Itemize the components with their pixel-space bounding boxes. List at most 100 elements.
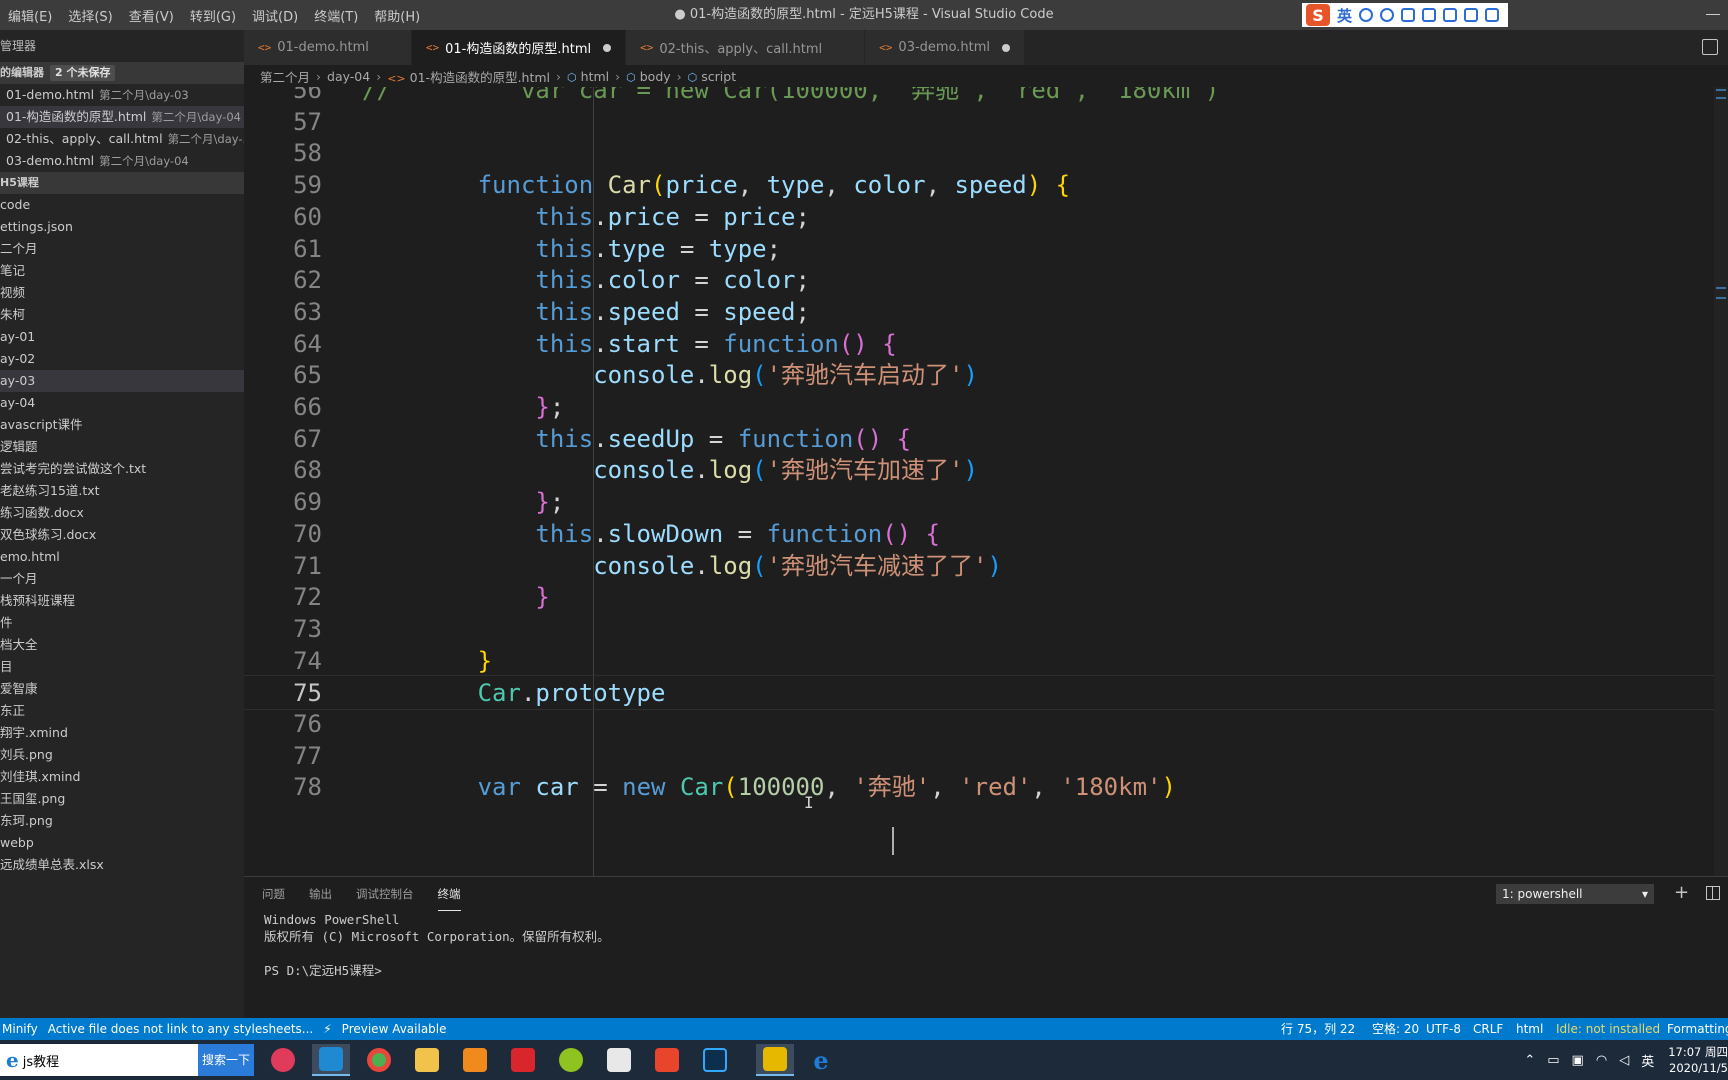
split-editor-icon[interactable] (1702, 39, 1718, 55)
code-line[interactable]: 70 this.slowDown = function() { (244, 517, 1728, 552)
file-tree-item[interactable]: ay-03 (0, 370, 244, 392)
file-tree-item[interactable]: 翔宇.xmind (0, 722, 244, 744)
lightning-icon[interactable]: ⚡ (321, 1022, 339, 1036)
chevron-up-icon[interactable]: ⌃ (1524, 1053, 1535, 1068)
encoding[interactable]: UTF-8 (1426, 1018, 1461, 1040)
code-line[interactable]: 64 this.start = function() { (244, 327, 1728, 362)
code-line[interactable]: 67 this.seedUp = function() { (244, 422, 1728, 457)
code-line[interactable]: 59 function Car(price, type, color, spee… (244, 168, 1728, 203)
file-tree-item[interactable]: webp (0, 832, 244, 854)
code-line[interactable]: 57 (244, 105, 1728, 140)
file-tree-item[interactable]: 栈预科班课程 (0, 590, 244, 612)
file-tree-item[interactable]: 视频 (0, 282, 244, 304)
code-line[interactable]: 60 this.price = price; (244, 200, 1728, 235)
taskbar-search[interactable]: e js教程 (0, 1044, 198, 1076)
minify-status[interactable]: Minify (0, 1022, 46, 1036)
user-icon[interactable] (1443, 8, 1458, 22)
new-terminal-icon[interactable]: + (1674, 882, 1689, 903)
file-tree-item[interactable]: 笔记 (0, 260, 244, 282)
folder-section[interactable]: H5课程 (0, 172, 244, 194)
file-tree-item[interactable]: 刘佳琪.xmind (0, 766, 244, 788)
breadcrumb-item[interactable]: 第二个月 (260, 67, 310, 86)
menu-item[interactable]: 帮助(H) (366, 6, 428, 25)
menu-item[interactable]: 终端(T) (306, 6, 366, 25)
file-tree-item[interactable]: 档大全 (0, 634, 244, 656)
ime-language[interactable]: 英 (1337, 5, 1352, 26)
code-line[interactable]: 68 console.log('奔驰汽车加速了') (244, 453, 1728, 488)
language-mode[interactable]: html (1516, 1018, 1543, 1040)
code-editor[interactable]: 56// var car = new Car(100000, '奔驰', 're… (244, 87, 1728, 876)
breadcrumb-item[interactable]: ⬡ body (626, 69, 671, 84)
taskbar-app-explorer[interactable] (408, 1044, 446, 1076)
menu-item[interactable]: 选择(S) (60, 6, 120, 25)
breadcrumb-item[interactable]: ⬡ html (567, 69, 609, 84)
menu-item[interactable]: 查看(V) (121, 6, 182, 25)
editor-tab[interactable]: <> 02-this、apply、call.html (626, 30, 866, 65)
minimize-button[interactable] (1706, 7, 1720, 21)
unsaved-dot-icon[interactable] (603, 43, 612, 52)
code-line[interactable]: 62 this.color = color; (244, 263, 1728, 298)
editor-tab[interactable]: <> 01-构造函数的原型.html (411, 30, 627, 65)
file-tree-item[interactable]: 二个月 (0, 238, 244, 260)
taskbar-app-recorder-active[interactable] (756, 1044, 794, 1076)
code-line[interactable]: 61 this.type = type; (244, 232, 1728, 267)
monitor-icon[interactable]: ▣ (1572, 1053, 1584, 1068)
grid-icon[interactable] (1485, 8, 1500, 22)
preview-status[interactable]: Preview Available (340, 1022, 455, 1036)
menu-item[interactable]: 转到(G) (182, 6, 244, 25)
volume-icon[interactable]: ◁ (1619, 1053, 1629, 1068)
unsaved-dot-icon[interactable] (1002, 43, 1011, 52)
open-editor-item[interactable]: 03-demo.html 第二个月\day-04 (0, 150, 244, 172)
code-line[interactable]: 78 var car = new Car(100000, '奔驰', 'red'… (244, 770, 1728, 805)
file-tree-item[interactable]: 尝试考完的尝试做这个.txt (0, 458, 244, 480)
taskbar-app-ie[interactable]: e (804, 1044, 842, 1076)
stylesheet-status[interactable]: Active file does not link to any stylesh… (46, 1022, 321, 1036)
taskbar-app-chrome[interactable] (360, 1044, 398, 1076)
taskbar-app-vscode[interactable] (312, 1044, 350, 1076)
file-tree-item[interactable]: ay-02 (0, 348, 244, 370)
clock[interactable]: 17:07 周四 2020/11/5 (1668, 1044, 1728, 1076)
breadcrumb-item[interactable]: <> 01-构造函数的原型.html (387, 67, 550, 86)
open-editor-item[interactable]: 02-this、apply、call.html 第二个月\day-... (0, 128, 244, 150)
menu-item[interactable]: 调试(D) (244, 6, 306, 25)
ime-toolbar[interactable]: S 英 (1302, 3, 1508, 27)
code-line[interactable]: 73 (244, 612, 1728, 647)
code-line[interactable]: 58 (244, 136, 1728, 171)
taskbar-app-typora[interactable] (600, 1044, 638, 1076)
file-tree-item[interactable]: 刘兵.png (0, 744, 244, 766)
code-line[interactable]: 76 (244, 707, 1728, 742)
file-tree-item[interactable]: 目 (0, 656, 244, 678)
code-line[interactable]: 66 }; (244, 390, 1728, 425)
taskbar-app-photoshop[interactable] (696, 1044, 734, 1076)
open-editor-item[interactable]: 01-构造函数的原型.html 第二个月\day-04 (0, 106, 244, 128)
panel-tab[interactable]: 终端 (437, 877, 461, 911)
file-tree-item[interactable]: ay-01 (0, 326, 244, 348)
panel-tab[interactable]: 调试控制台 (356, 877, 414, 911)
breadcrumb-item[interactable]: ⬡ script (688, 69, 736, 84)
file-tree-item[interactable]: 逻辑题 (0, 436, 244, 458)
file-tree-item[interactable]: 一个月 (0, 568, 244, 590)
formatting-status[interactable]: Formatting: (1667, 1018, 1728, 1040)
file-tree-item[interactable]: 爱智康 (0, 678, 244, 700)
skin-icon[interactable] (1464, 8, 1479, 22)
file-tree-item[interactable]: 老赵练习15道.txt (0, 480, 244, 502)
terminal-select[interactable]: 1: powershell ▾ (1496, 884, 1654, 904)
file-tree-item[interactable]: avascript课件 (0, 414, 244, 436)
editor-scrollbar[interactable] (1714, 87, 1728, 876)
terminal-output[interactable]: Windows PowerShell 版权所有 (C) Microsoft Cor… (244, 911, 1728, 979)
wifi-icon[interactable]: ◠ (1596, 1053, 1607, 1068)
file-tree-item[interactable]: 件 (0, 612, 244, 634)
microphone-icon[interactable] (1401, 8, 1416, 22)
code-line[interactable]: 75 Car.prototype (244, 675, 1728, 711)
taskbar-app-orange[interactable] (456, 1044, 494, 1076)
code-line[interactable]: 65 console.log('奔驰汽车启动了') (244, 358, 1728, 393)
input-language[interactable]: 英 (1641, 1051, 1654, 1070)
file-tree-item[interactable]: emo.html (0, 546, 244, 568)
menu-item[interactable]: 编辑(E) (0, 6, 60, 25)
file-tree-item[interactable]: ay-04 (0, 392, 244, 414)
file-tree-item[interactable]: 王国玺.png (0, 788, 244, 810)
code-line[interactable]: 74 } (244, 644, 1728, 679)
code-line[interactable]: 77 (244, 739, 1728, 774)
file-tree-item[interactable]: 双色球练习.docx (0, 524, 244, 546)
panel-tab[interactable]: 输出 (309, 877, 332, 911)
